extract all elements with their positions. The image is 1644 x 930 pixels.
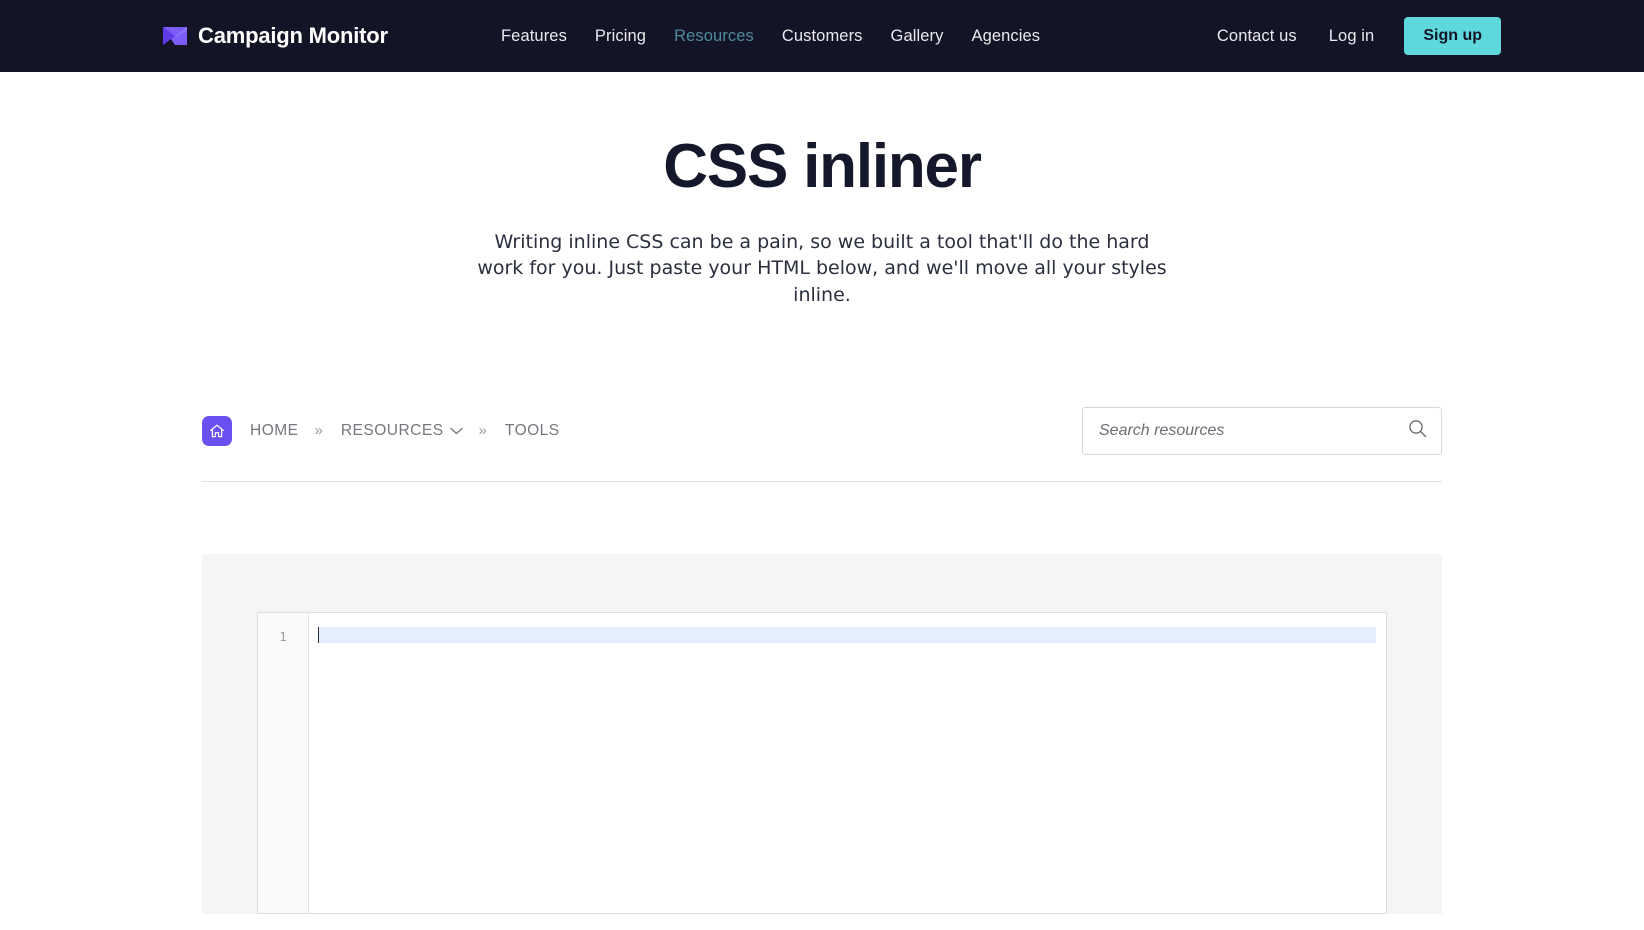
secondary-nav: Contact us Log in Sign up [1201,17,1501,55]
page-title: CSS inliner [663,132,982,201]
nav-link-log-in[interactable]: Log in [1313,27,1391,46]
primary-nav: Features Pricing Resources Customers Gal… [487,27,1054,46]
breadcrumb-item-resources[interactable]: RESOURCES [341,422,463,440]
sign-up-button[interactable]: Sign up [1404,17,1501,55]
nav-link-customers[interactable]: Customers [768,27,877,46]
nav-link-features[interactable]: Features [487,27,581,46]
breadcrumb-section: HOME » RESOURCES » TOOLS [202,308,1442,482]
breadcrumb-item-tools[interactable]: TOOLS [505,422,560,440]
page-subtitle: Writing inline CSS can be a pain, so we … [477,231,1167,306]
code-editor[interactable]: 1 [257,611,1387,914]
text-caret [318,626,319,643]
breadcrumb-separator: » [314,422,323,440]
breadcrumb-item-home[interactable]: HOME [250,422,299,440]
nav-link-resources[interactable]: Resources [660,27,768,46]
breadcrumb-item-resources-label: RESOURCES [340,421,444,439]
breadcrumb-item-tools-label: TOOLS [504,421,560,439]
active-line-highlight [318,626,1376,643]
breadcrumb: HOME » RESOURCES » TOOLS [202,415,560,446]
breadcrumb-separator-2: » [478,422,487,440]
home-icon[interactable] [202,415,232,446]
nav-link-gallery[interactable]: Gallery [877,27,958,46]
tool-panel: 1 [202,553,1442,914]
nav-link-agencies[interactable]: Agencies [957,27,1054,46]
nav-link-contact-us[interactable]: Contact us [1201,27,1313,46]
line-number: 1 [279,629,287,644]
editor-code-area[interactable] [309,613,1386,913]
breadcrumb-item-home-label: HOME [250,421,299,439]
breadcrumb-row: HOME » RESOURCES » TOOLS [202,406,1442,482]
search-icon[interactable] [1408,419,1427,443]
chevron-down-icon[interactable] [449,422,463,440]
editor-gutter: 1 [258,612,309,913]
top-navigation-bar: Campaign Monitor Features Pricing Resour… [0,0,1644,72]
hero-section: CSS inliner Writing inline CSS can be a … [0,72,1644,308]
search-input[interactable] [1099,421,1408,440]
envelope-logo-icon [163,27,187,45]
search-resources-box[interactable] [1082,406,1442,455]
nav-link-pricing[interactable]: Pricing [581,27,660,46]
brand-name: Campaign Monitor [198,23,388,48]
brand-logo[interactable]: Campaign Monitor [163,23,388,49]
